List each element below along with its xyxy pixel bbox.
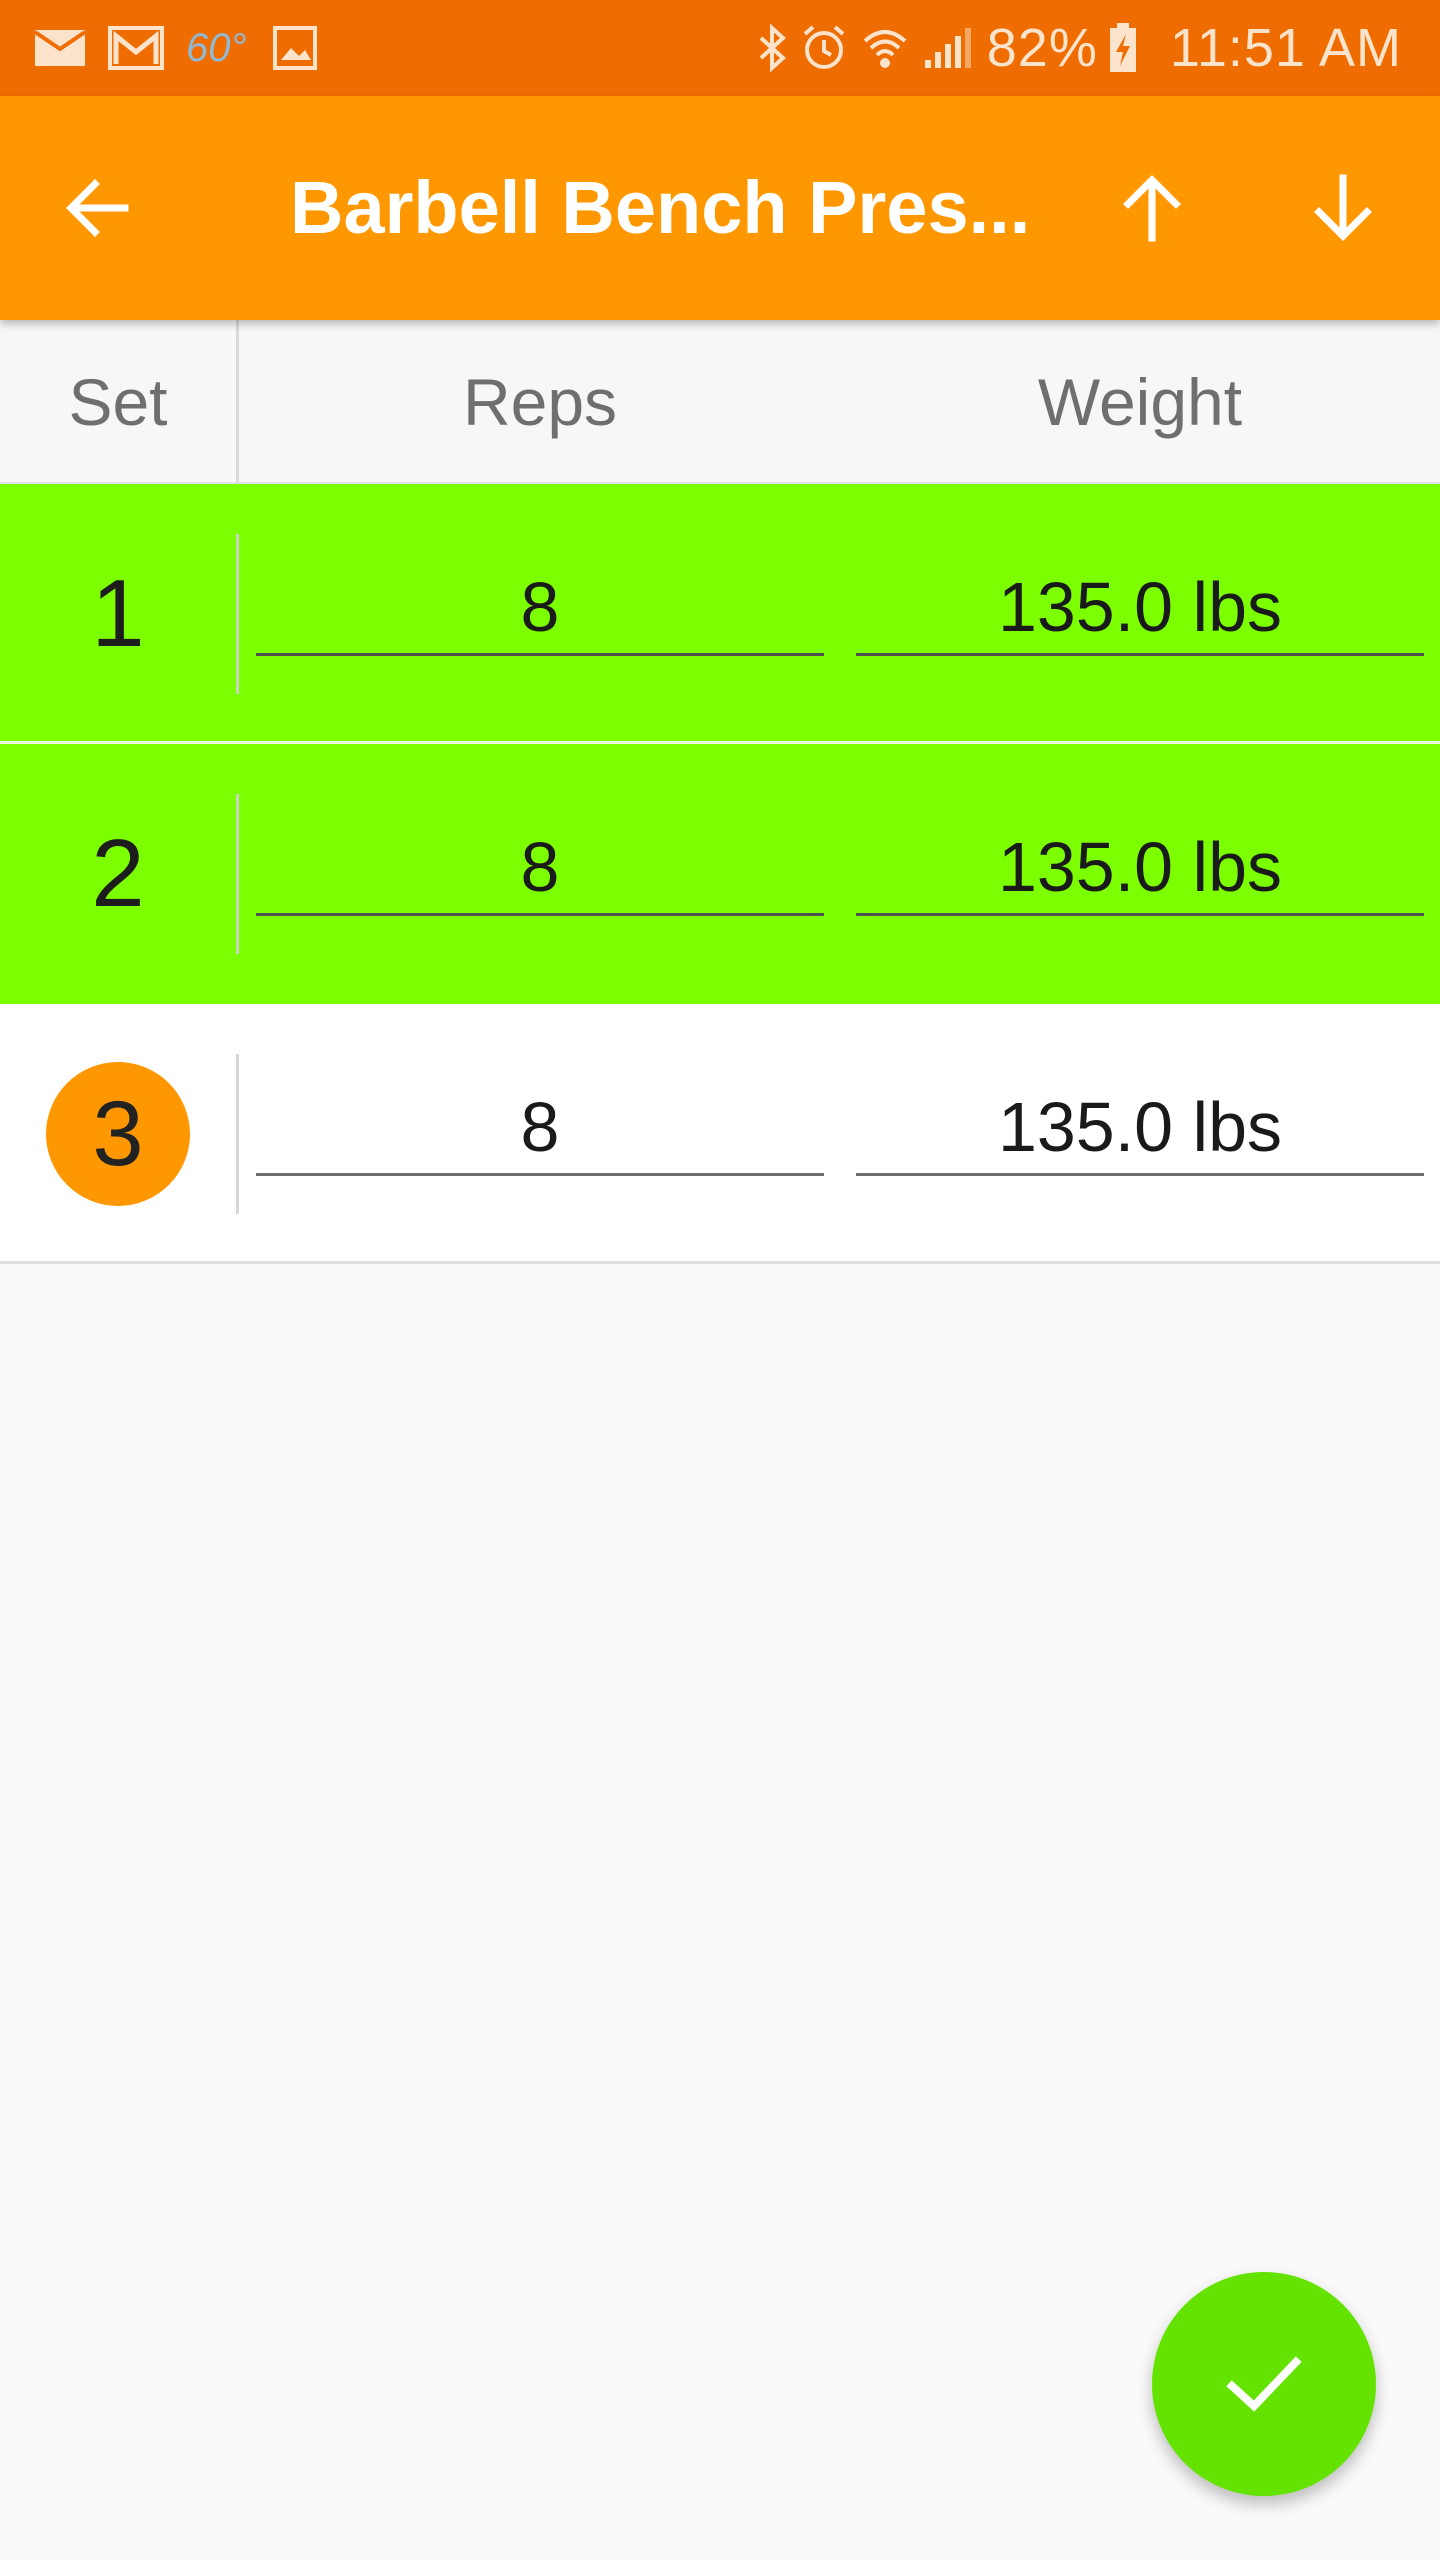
- set-number[interactable]: 1: [0, 484, 236, 744]
- gallery-icon: [272, 26, 317, 70]
- status-bar: 60° 82% 11:51 AM: [0, 0, 1440, 96]
- header-weight: Weight: [1037, 365, 1243, 439]
- reps-input[interactable]: 8: [256, 564, 824, 656]
- back-button[interactable]: [22, 96, 172, 320]
- arrow-up-icon: [1123, 175, 1181, 242]
- clock-time: 11:51 AM: [1169, 18, 1402, 78]
- reps-input[interactable]: 8: [256, 1084, 824, 1176]
- table-header: Set Reps Weight: [0, 320, 1440, 484]
- set-number[interactable]: 2: [0, 744, 236, 1004]
- bluetooth-icon: [757, 24, 787, 72]
- battery-charging-icon: [1108, 22, 1138, 74]
- set-row-current: 3 8 135.0 lbs: [0, 1004, 1440, 1264]
- weight-input[interactable]: 135.0 lbs: [856, 824, 1424, 916]
- weight-input[interactable]: 135.0 lbs: [856, 564, 1424, 656]
- battery-percent: 82%: [986, 18, 1098, 78]
- row-divider: [236, 534, 239, 694]
- app-bar: Barbell Bench Pres...: [0, 96, 1440, 320]
- check-icon: [1226, 2356, 1302, 2412]
- current-set-indicator: 3: [46, 1062, 190, 1206]
- gmail-icon: [108, 26, 164, 70]
- move-up-button[interactable]: [1077, 96, 1227, 320]
- complete-set-button[interactable]: [1152, 2272, 1376, 2496]
- alarm-icon: [801, 24, 847, 72]
- row-divider: [236, 1054, 239, 1214]
- weight-input[interactable]: 135.0 lbs: [856, 1084, 1424, 1176]
- reps-input[interactable]: 8: [256, 824, 824, 916]
- wifi-icon: [861, 25, 909, 71]
- header-divider: [236, 320, 239, 484]
- set-number-cell[interactable]: 3: [0, 1004, 236, 1264]
- signal-icon: [923, 26, 973, 70]
- arrow-down-icon: [1314, 174, 1372, 241]
- set-row: 2 8 135.0 lbs: [0, 744, 1440, 1004]
- move-down-button[interactable]: [1268, 96, 1418, 320]
- weather-temperature: 60°: [186, 25, 247, 70]
- header-set: Set: [68, 365, 168, 439]
- header-reps: Reps: [462, 365, 618, 439]
- arrow-back-icon: [66, 179, 129, 237]
- status-right: 82% 11:51 AM: [757, 17, 1402, 79]
- set-row: 1 8 135.0 lbs: [0, 484, 1440, 744]
- mail-icon: [34, 29, 86, 67]
- status-left: 60°: [34, 26, 339, 71]
- exercise-title: Barbell Bench Pres...: [290, 166, 1030, 249]
- row-divider: [236, 794, 239, 954]
